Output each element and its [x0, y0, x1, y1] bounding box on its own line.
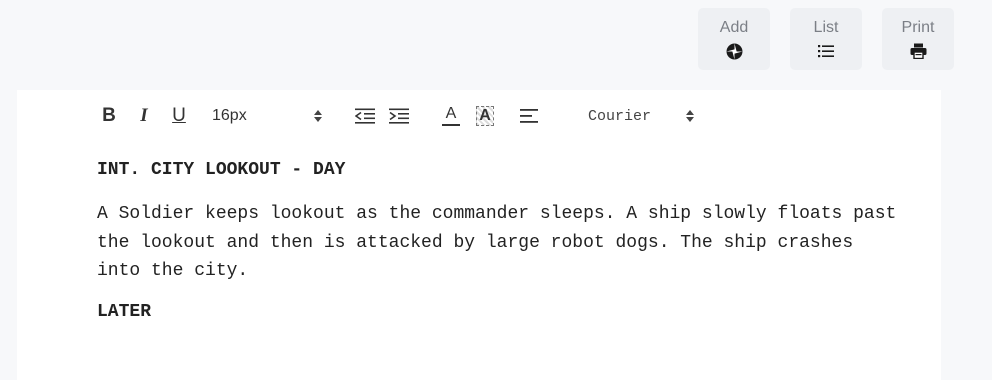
scene-heading: INT. CITY LOOKOUT - DAY — [97, 160, 346, 180]
underline-button[interactable]: U — [167, 104, 191, 128]
action-paragraph: A Soldier keeps lookout as the commander… — [97, 204, 897, 281]
transition-line: LATER — [97, 301, 152, 322]
highlight-icon: A — [476, 106, 494, 126]
font-size-select[interactable]: 16px — [212, 107, 322, 125]
select-arrows-icon — [314, 110, 322, 122]
select-arrows-icon — [686, 110, 694, 122]
italic-button[interactable]: I — [132, 104, 156, 128]
add-button-label: Add — [719, 19, 749, 36]
print-icon — [909, 42, 927, 60]
formatting-toolbar: B I U 16px A A Courier — [97, 104, 694, 128]
font-family-select[interactable]: Courier — [566, 108, 694, 125]
highlight-color-button[interactable]: A — [474, 104, 496, 128]
align-left-icon[interactable] — [518, 104, 540, 128]
top-actions: Add List Print — [698, 8, 954, 70]
font-family-value: Courier — [588, 107, 652, 125]
text-color-swatch — [442, 124, 460, 126]
font-size-value: 16px — [212, 107, 247, 124]
script-content[interactable]: INT. CITY LOOKOUT - DAY A Soldier keeps … — [97, 158, 897, 342]
list-button-label: List — [813, 19, 839, 36]
print-button-label: Print — [901, 19, 935, 36]
text-color-button[interactable]: A — [440, 104, 462, 128]
print-button[interactable]: Print — [882, 8, 954, 70]
add-scene-icon — [725, 42, 743, 60]
outdent-icon[interactable] — [354, 104, 376, 128]
list-button[interactable]: List — [790, 8, 862, 70]
add-button[interactable]: Add — [698, 8, 770, 70]
list-icon — [817, 42, 835, 60]
script-editor[interactable]: B I U 16px A A Courier INT. CITY LOOKOUT… — [17, 90, 941, 380]
indent-icon[interactable] — [388, 104, 410, 128]
bold-button[interactable]: B — [97, 104, 121, 128]
text-color-icon: A — [445, 105, 457, 122]
